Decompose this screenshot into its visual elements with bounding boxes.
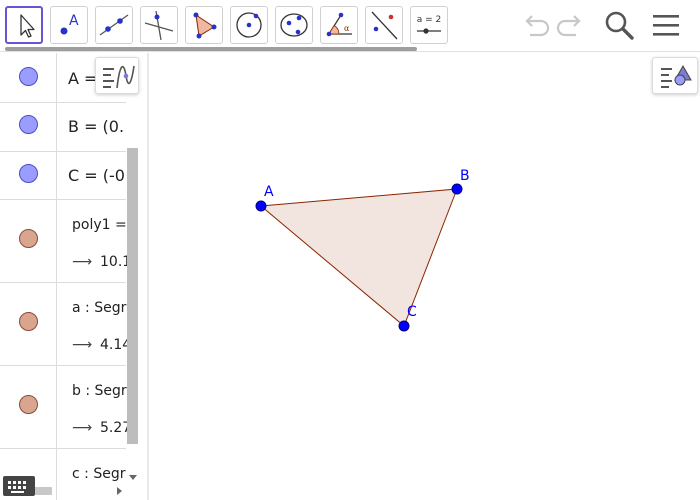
- label-C: C: [407, 304, 417, 320]
- algebra-row-C[interactable]: C = (-0: [0, 152, 126, 200]
- search-button[interactable]: [602, 8, 636, 42]
- point-tool-button[interactable]: A: [50, 6, 88, 44]
- virtual-keyboard-button[interactable]: [3, 476, 35, 496]
- marble-cell: [0, 283, 57, 365]
- algebra-row-B[interactable]: B = (0.: [0, 103, 126, 152]
- visibility-toggle[interactable]: [19, 115, 38, 134]
- visibility-toggle[interactable]: [19, 229, 38, 248]
- perpendicular-line-tool-button[interactable]: [140, 6, 178, 44]
- perpendicular-line-icon: [144, 10, 174, 41]
- slider-tool-button[interactable]: a = 2: [410, 6, 448, 44]
- style-bar-icon: [661, 64, 692, 88]
- graphics-style-bar-button[interactable]: [652, 57, 698, 94]
- reflect-tool-button[interactable]: [365, 6, 403, 44]
- move-tool-button[interactable]: [5, 6, 43, 44]
- slider-icon: a = 2: [417, 15, 442, 34]
- output-arrow: ⟶: [72, 254, 93, 270]
- polygon-icon: [193, 12, 217, 39]
- slider-tool-label: a = 2: [417, 15, 442, 25]
- toolbar-scrollbar[interactable]: [5, 47, 417, 51]
- marble-cell: [0, 152, 57, 199]
- output-arrow: ⟶: [72, 337, 93, 353]
- keyboard-icon: [8, 481, 26, 493]
- algebra-definition[interactable]: b : Segr: [72, 383, 127, 399]
- algebra-definition[interactable]: c : Segr: [72, 466, 125, 482]
- polygon-tool-button[interactable]: [185, 6, 223, 44]
- toolbar: A α a = 2: [0, 0, 700, 52]
- visibility-toggle[interactable]: [19, 164, 38, 183]
- label-A: A: [264, 184, 274, 200]
- algebra-row-a[interactable]: a : Segr ⟶ 4.14: [0, 283, 131, 366]
- scroll-right-arrow-icon[interactable]: [113, 485, 125, 497]
- visibility-toggle[interactable]: [19, 312, 38, 331]
- point-B[interactable]: [451, 183, 463, 195]
- redo-button[interactable]: [554, 8, 588, 42]
- marble-cell: [0, 103, 57, 151]
- line-icon: [99, 14, 129, 36]
- output-arrow: ⟶: [72, 420, 93, 436]
- style-bar-icon: [103, 65, 135, 89]
- marble-cell: [0, 53, 57, 102]
- point-A[interactable]: [255, 200, 267, 212]
- graphics-view[interactable]: A B C: [149, 53, 700, 500]
- marble-cell: [0, 366, 57, 448]
- circle-tool-button[interactable]: [230, 6, 268, 44]
- algebra-row-poly1[interactable]: poly1 = ⟶ 10.1: [0, 200, 131, 283]
- algebra-style-bar-button[interactable]: [95, 57, 139, 94]
- triangle-poly1[interactable]: [259, 188, 458, 327]
- reflect-icon: [371, 11, 398, 40]
- algebra-vertical-scrollbar[interactable]: [127, 148, 138, 444]
- search-icon: [605, 11, 634, 40]
- algebra-definition[interactable]: A =: [68, 69, 97, 88]
- algebra-definition[interactable]: a : Segr: [72, 300, 126, 316]
- circle-icon: [236, 12, 262, 38]
- angle-tool-button[interactable]: α: [320, 6, 358, 44]
- graphics-canvas[interactable]: A B C: [149, 53, 700, 500]
- conic-icon: [280, 13, 308, 37]
- undo-icon: [525, 15, 550, 37]
- cursor-icon: [20, 14, 35, 38]
- point-C[interactable]: [398, 320, 410, 332]
- main-menu-button[interactable]: [649, 8, 683, 42]
- algebra-view: A = B = (0. C = (-0 poly1 = ⟶ 10.1 a : S…: [0, 53, 141, 500]
- svg-text:A: A: [69, 13, 79, 29]
- scroll-down-arrow-icon[interactable]: [127, 471, 139, 483]
- svg-text:α: α: [344, 24, 350, 33]
- label-B: B: [460, 168, 470, 184]
- undo-button[interactable]: [518, 8, 552, 42]
- visibility-toggle[interactable]: [19, 395, 38, 414]
- algebra-definition[interactable]: C = (-0: [68, 166, 125, 185]
- point-icon: A: [60, 13, 79, 35]
- line-tool-button[interactable]: [95, 6, 133, 44]
- algebra-definition[interactable]: poly1 =: [72, 217, 127, 233]
- algebra-row-b[interactable]: b : Segr ⟶ 5.27: [0, 366, 131, 449]
- conic-tool-button[interactable]: [275, 6, 313, 44]
- algebra-definition[interactable]: B = (0.: [68, 117, 124, 136]
- menu-icon: [653, 15, 679, 36]
- redo-icon: [556, 15, 581, 37]
- marble-cell: [0, 200, 57, 282]
- visibility-toggle[interactable]: [19, 67, 38, 86]
- angle-icon: α: [326, 12, 352, 37]
